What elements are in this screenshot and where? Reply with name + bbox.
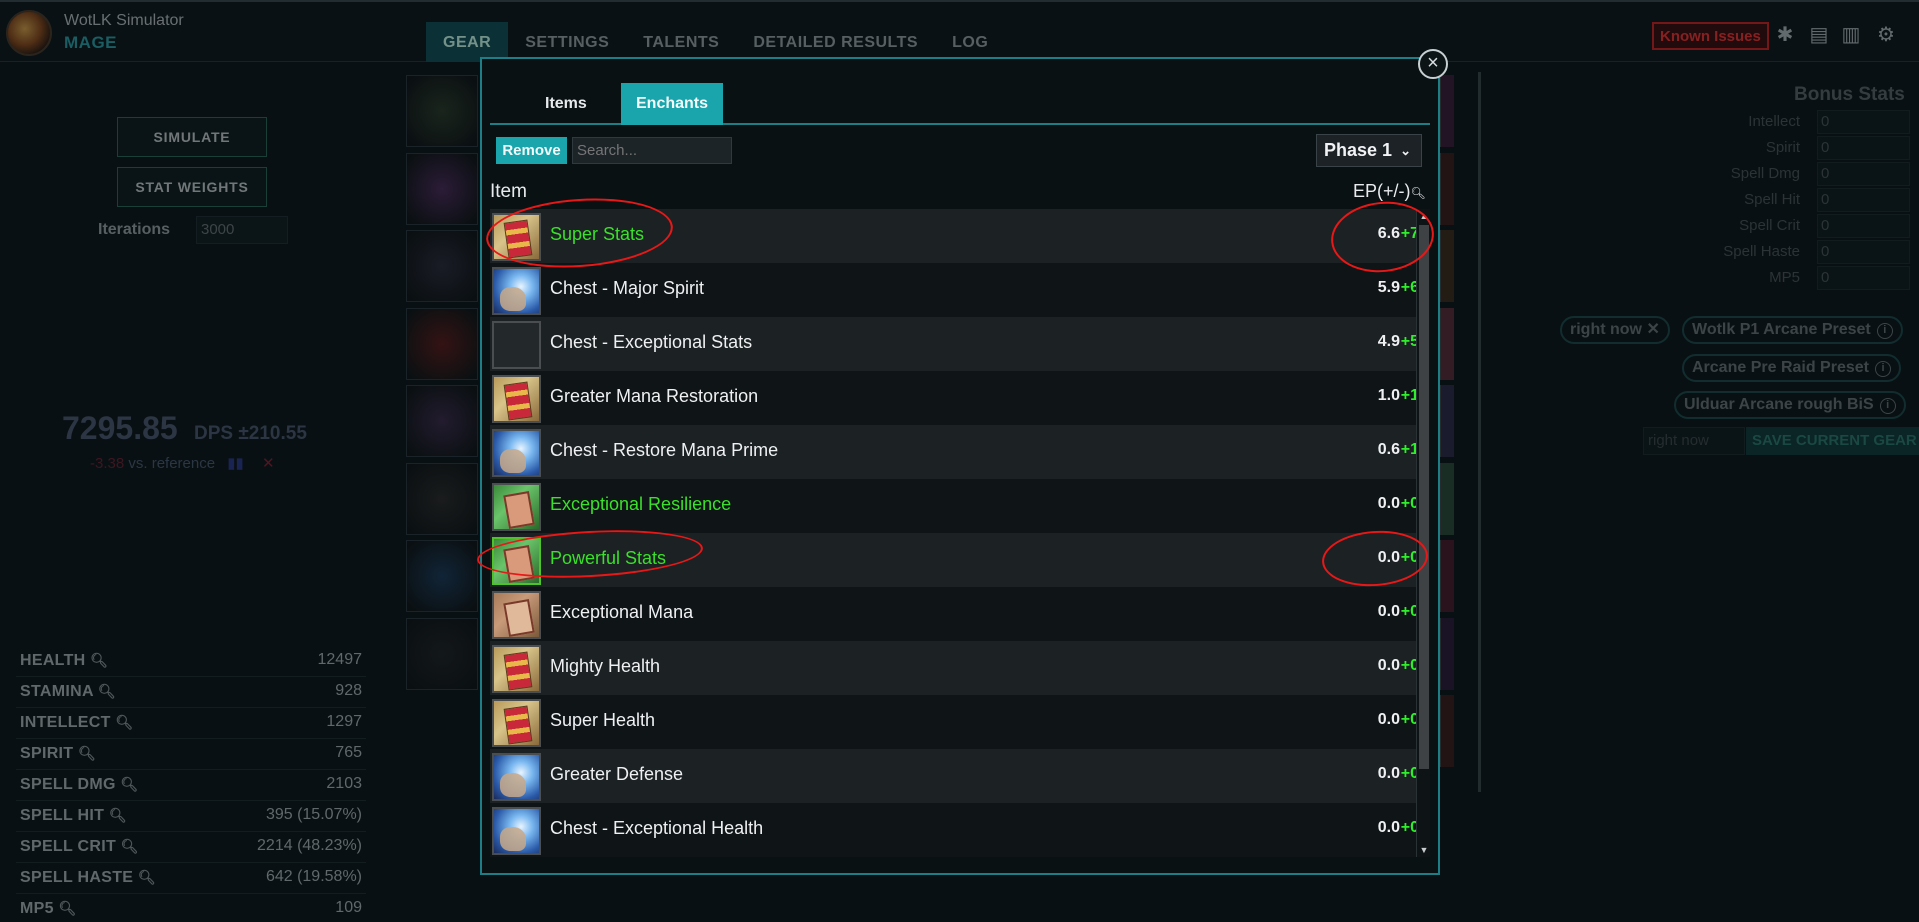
green-scroll-icon [492, 483, 541, 531]
phase-select-value: Phase 1 [1324, 140, 1393, 160]
modal-tabs: Items Enchants [490, 83, 1430, 125]
item-picker-modal: Items Enchants Remove Phase 1 ⌄ Item EP(… [480, 57, 1440, 875]
enchant-ep-diff: +0 [1400, 657, 1416, 674]
enchant-row[interactable]: Powerful Stats 0.0 +0 [490, 533, 1416, 587]
enchant-ep-diff: +0 [1400, 603, 1416, 620]
enchant-name[interactable]: Exceptional Mana [550, 602, 693, 623]
enchant-name[interactable]: Chest - Exceptional Health [550, 818, 763, 839]
list-scrollbar[interactable]: ▲ ▼ [1416, 209, 1430, 857]
column-header-ep[interactable]: EP(+/-)🔍︎ [1353, 181, 1426, 202]
search-icon: 🔍︎ [1410, 186, 1426, 200]
enchant-ep-diff: +7 [1400, 225, 1416, 242]
enchant-ep-diff: +0 [1400, 819, 1416, 836]
enchant-ep-diff: +5 [1400, 333, 1416, 350]
spell-hand-icon [492, 267, 541, 315]
spell-hand-icon [492, 807, 541, 855]
column-header-item[interactable]: Item [490, 181, 527, 203]
spell-hand-icon [492, 429, 541, 477]
tan-scroll-icon [492, 591, 541, 639]
enchant-ep-diff: +0 [1400, 711, 1416, 728]
enchant-ep-diff: +0 [1400, 495, 1416, 512]
enchant-name[interactable]: Exceptional Resilience [550, 494, 731, 515]
spell-hand-icon [492, 753, 541, 801]
enchant-row[interactable]: Chest - Exceptional Stats 4.9 +5 [490, 317, 1416, 371]
column-header-ep-label: EP(+/-) [1353, 181, 1411, 201]
remove-button[interactable]: Remove [496, 137, 567, 164]
scroll-up-icon[interactable]: ▲ [1417, 211, 1431, 221]
enchant-row[interactable]: Greater Defense 0.0 +0 [490, 749, 1416, 803]
enchant-row[interactable]: Super Health 0.0 +0 [490, 695, 1416, 749]
enchant-name[interactable]: Powerful Stats [550, 548, 666, 569]
enchant-row[interactable]: Super Stats 6.6 +7 [490, 209, 1416, 263]
scroll-thumb[interactable] [1419, 225, 1429, 769]
enchant-list: Super Stats 6.6 +7 Chest - Major Spirit 5.9 +… [490, 209, 1416, 857]
scroll-icon [492, 699, 541, 747]
enchant-name[interactable]: Super Stats [550, 224, 644, 245]
scroll-down-icon[interactable]: ▼ [1417, 845, 1431, 855]
tab-enchants[interactable]: Enchants [621, 83, 724, 125]
enchant-ep-diff: +1 [1400, 441, 1416, 458]
green-scroll-icon [492, 537, 541, 585]
enchant-ep-diff: +1 [1400, 387, 1416, 404]
chevron-down-icon: ⌄ [1400, 143, 1411, 158]
enchant-ep-diff: +6 [1400, 279, 1416, 296]
close-icon[interactable]: × [1418, 49, 1448, 79]
enchant-row[interactable]: Mighty Health 0.0 +0 [490, 641, 1416, 695]
enchant-name[interactable]: Chest - Restore Mana Prime [550, 440, 778, 461]
enchant-row[interactable]: Greater Mana Restoration 1.0 +1 [490, 371, 1416, 425]
enchant-row[interactable]: Chest - Major Spirit 5.9 +6 [490, 263, 1416, 317]
enchant-row[interactable]: Chest - Exceptional Health 0.0 +0 [490, 803, 1416, 857]
enchant-name[interactable]: Mighty Health [550, 656, 660, 677]
tab-items[interactable]: Items [530, 83, 602, 125]
enchant-name[interactable]: Chest - Major Spirit [550, 278, 704, 299]
scroll-icon [492, 645, 541, 693]
enchant-name[interactable]: Chest - Exceptional Stats [550, 332, 752, 353]
enchant-name[interactable]: Super Health [550, 710, 655, 731]
scroll-icon [492, 213, 541, 261]
enchant-row[interactable]: Chest - Restore Mana Prime 0.6 +1 [490, 425, 1416, 479]
enchant-ep-diff: +0 [1400, 765, 1416, 782]
enchant-ep-diff: +0 [1400, 549, 1416, 566]
enchant-row[interactable]: Exceptional Mana 0.0 +0 [490, 587, 1416, 641]
search-input[interactable] [572, 137, 732, 164]
enchant-name[interactable]: Greater Mana Restoration [550, 386, 758, 407]
empty-icon [492, 321, 541, 369]
enchant-name[interactable]: Greater Defense [550, 764, 683, 785]
phase-select[interactable]: Phase 1 ⌄ [1316, 134, 1422, 167]
enchant-row[interactable]: Exceptional Resilience 0.0 +0 [490, 479, 1416, 533]
scroll-icon [492, 375, 541, 423]
